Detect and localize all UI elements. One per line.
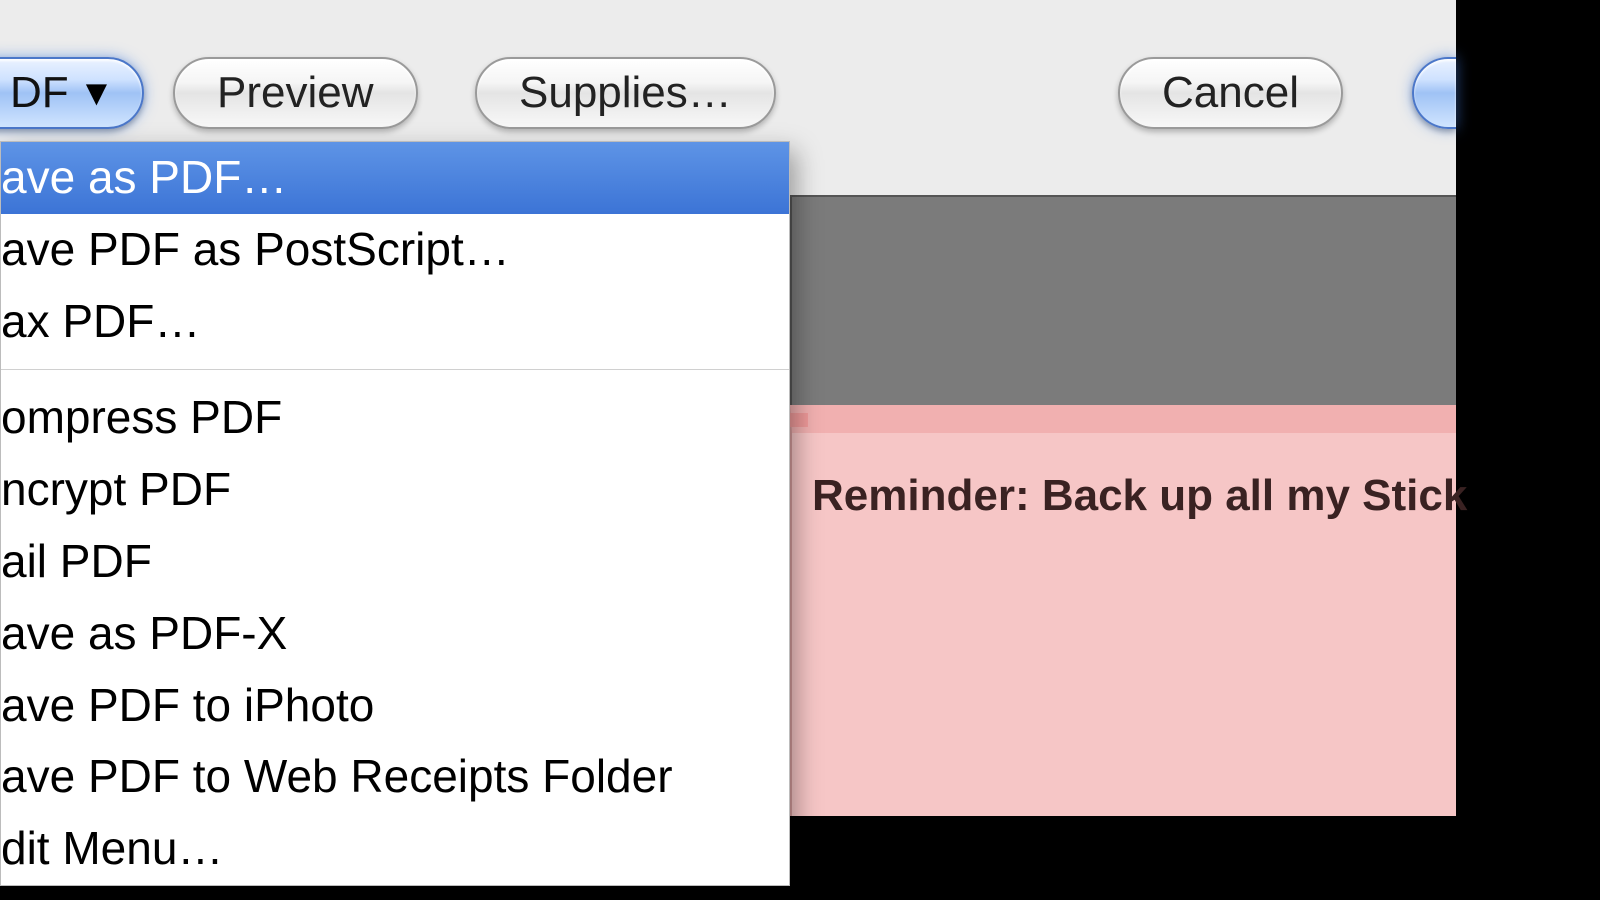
menu-item-save-as-pdf-x[interactable]: ave as PDF-X — [1, 598, 789, 670]
default-button-fragment[interactable] — [1412, 57, 1456, 129]
pdf-button-label: DF — [10, 68, 69, 118]
sticky-note-titlebar-fragment — [790, 413, 808, 427]
menu-separator — [1, 369, 789, 370]
menu-item-save-pdf-as-postscript[interactable]: ave PDF as PostScript… — [1, 214, 789, 286]
sticky-note[interactable]: Reminder: Back up all my Stick — [790, 405, 1456, 816]
cancel-button-label: Cancel — [1162, 68, 1299, 118]
pdf-dropdown-button[interactable]: DF ▼ — [0, 57, 144, 129]
menu-item-edit-menu[interactable]: dit Menu… — [1, 813, 789, 885]
menu-item-encrypt-pdf[interactable]: ncrypt PDF — [1, 454, 789, 526]
menu-item-save-pdf-to-iphoto[interactable]: ave PDF to iPhoto — [1, 670, 789, 742]
supplies-button-label: Supplies… — [519, 68, 732, 118]
menu-item-save-pdf-to-web-receipts[interactable]: ave PDF to Web Receipts Folder — [1, 741, 789, 813]
menu-item-compress-pdf[interactable]: ompress PDF — [1, 382, 789, 454]
menu-item-save-as-pdf[interactable]: ave as PDF… — [1, 142, 789, 214]
print-dialog-area: Reminder: Back up all my Stick DF ▼ Prev… — [0, 0, 1456, 816]
chevron-down-icon: ▼ — [79, 75, 115, 111]
sticky-note-text: Reminder: Back up all my Stick — [792, 433, 1456, 521]
supplies-button[interactable]: Supplies… — [475, 57, 776, 129]
preview-button[interactable]: Preview — [173, 57, 418, 129]
preview-button-label: Preview — [217, 68, 374, 118]
pdf-dropdown-menu: ave as PDF… ave PDF as PostScript… ax PD… — [0, 141, 790, 886]
cancel-button[interactable]: Cancel — [1118, 57, 1343, 129]
menu-item-mail-pdf[interactable]: ail PDF — [1, 526, 789, 598]
menu-item-fax-pdf[interactable]: ax PDF… — [1, 286, 789, 358]
background-window — [790, 195, 1456, 405]
